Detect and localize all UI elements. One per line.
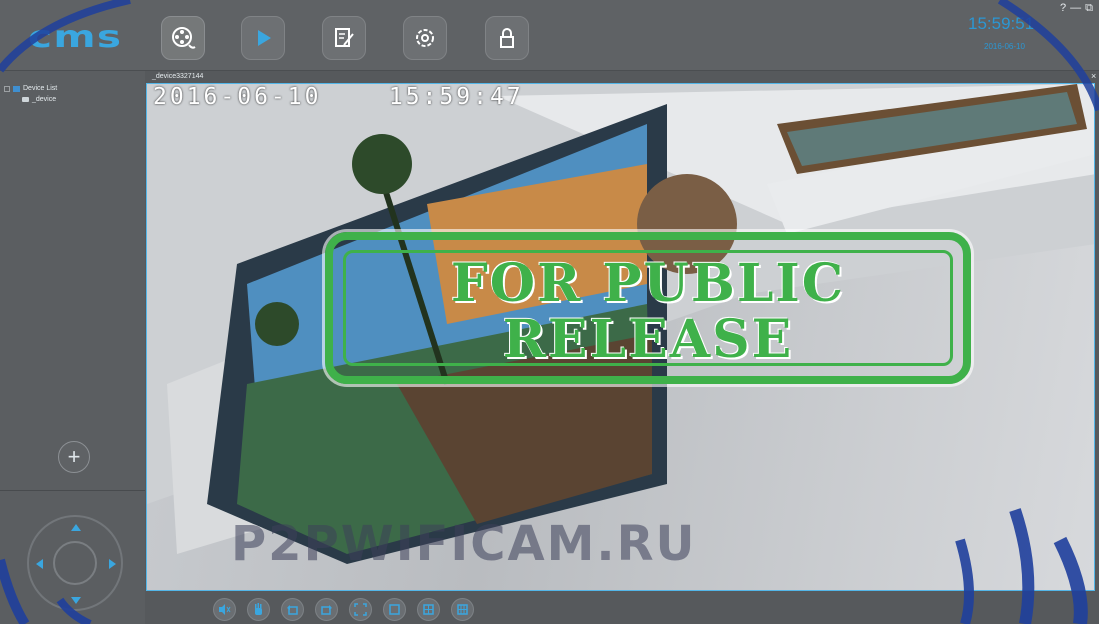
lock-button[interactable]	[485, 16, 529, 60]
tree-device-item[interactable]: _device	[4, 94, 57, 105]
top-bar: cms 15:59:51 2016-06-10 ? — ⧉	[0, 0, 1099, 71]
folder-icon	[13, 85, 20, 92]
playback-button[interactable]	[241, 16, 285, 60]
rotate-left-icon	[287, 605, 298, 615]
live-view-button[interactable]	[161, 16, 205, 60]
play-icon	[258, 30, 271, 46]
layout-4-icon	[423, 604, 434, 615]
layout-more-button[interactable]	[451, 598, 474, 621]
site-watermark: P2PWIFICAM.RU	[231, 516, 697, 572]
rotate-right-button[interactable]	[315, 598, 338, 621]
ptz-control	[27, 515, 123, 611]
fullscreen-button[interactable]	[349, 598, 372, 621]
rotate-left-button[interactable]	[281, 598, 304, 621]
gear-icon	[416, 29, 434, 47]
tree-root-label: Device List	[23, 85, 58, 92]
layout-more-icon	[457, 604, 468, 615]
osd-timestamp: 2016-06-10 15:59:47	[153, 84, 524, 110]
ptz-center-button[interactable]	[53, 541, 97, 585]
pan-button[interactable]	[247, 598, 270, 621]
layout-1-icon	[389, 604, 400, 615]
sidebar: Device List _device +	[0, 71, 145, 624]
rotate-right-icon	[321, 605, 332, 615]
fullscreen-icon	[354, 603, 367, 616]
log-button[interactable]	[322, 16, 366, 60]
device-tree: Device List _device	[4, 83, 57, 105]
edit-icon	[335, 28, 354, 47]
sidebar-divider	[0, 490, 145, 491]
hand-icon	[255, 603, 262, 615]
video-toolbar	[213, 598, 474, 622]
ptz-up-icon[interactable]	[71, 524, 81, 531]
camera-icon	[22, 97, 29, 102]
ptz-left-icon[interactable]	[36, 559, 43, 569]
layout-1-button[interactable]	[383, 598, 406, 621]
tree-root[interactable]: Device List	[4, 83, 57, 94]
window-controls: ? — ⧉	[1060, 2, 1093, 15]
stamp-line-1: FOR PUBLIC	[450, 253, 846, 314]
plus-icon: +	[67, 444, 81, 469]
stamp-text: FOR PUBLIC RELEASE	[333, 256, 963, 368]
mute-icon	[219, 604, 231, 615]
video-channel-title: _device3327144	[152, 73, 204, 80]
release-stamp: FOR PUBLIC RELEASE	[325, 232, 971, 384]
film-reel-icon	[172, 27, 196, 49]
ptz-right-icon[interactable]	[109, 559, 116, 569]
app-logo: cms	[28, 20, 123, 55]
mute-button[interactable]	[213, 598, 236, 621]
help-button[interactable]: ?	[1060, 2, 1066, 15]
video-viewport[interactable]: 2016-06-10 15:59:47 FOR PUBLIC RELEASE P…	[146, 83, 1095, 591]
clock-date: 2016-06-10	[984, 42, 1025, 51]
ptz-down-icon[interactable]	[71, 597, 81, 604]
settings-button[interactable]	[403, 16, 447, 60]
expand-icon[interactable]	[4, 85, 10, 92]
device-label: _device	[32, 96, 57, 103]
clock-time: 15:59:51	[968, 14, 1035, 33]
minimize-button[interactable]: —	[1070, 2, 1081, 15]
layout-4-button[interactable]	[417, 598, 440, 621]
lock-icon	[500, 28, 514, 48]
video-close-button[interactable]: ×	[1091, 71, 1096, 81]
stamp-line-2: RELEASE	[502, 309, 794, 370]
restore-button[interactable]: ⧉	[1085, 2, 1093, 15]
add-device-button[interactable]: +	[58, 441, 90, 473]
